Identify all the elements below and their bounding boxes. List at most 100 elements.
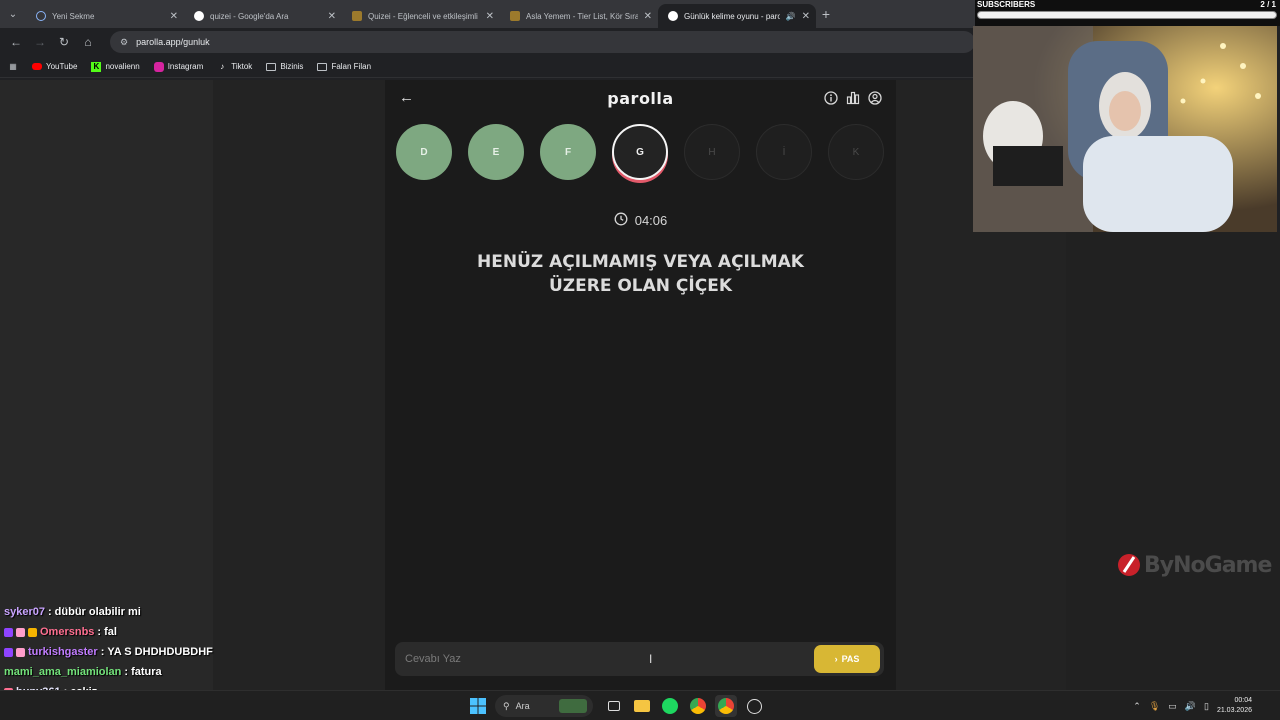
- back-arrow-icon[interactable]: ←: [399, 89, 414, 106]
- chevron-up-icon[interactable]: ⌃: [1133, 701, 1141, 712]
- pass-label: PAS: [841, 654, 860, 664]
- apps-icon[interactable]: ▦: [8, 62, 18, 72]
- chevron-right-icon: ›: [834, 654, 838, 664]
- globe-icon: [36, 11, 46, 21]
- new-tab-icon[interactable]: +: [816, 6, 836, 22]
- pass-button[interactable]: › PAS: [814, 645, 880, 673]
- letter-circle-current: G: [612, 124, 668, 180]
- subscriber-goal: SUBSCRIBERS 2 / 1: [975, 0, 1280, 26]
- forward-icon[interactable]: →: [30, 32, 50, 52]
- bookmark-instagram[interactable]: Instagram: [153, 61, 203, 72]
- task-view-icon[interactable]: [603, 695, 625, 717]
- quizei-icon: [352, 11, 362, 21]
- url-text: parolla.app/gunluk: [136, 37, 210, 47]
- folder-icon: [266, 62, 277, 71]
- chat-text: YA S DHDHDUBDHF: [107, 646, 213, 658]
- question-line-2: ÜZERE OLAN ÇİÇEK: [548, 276, 732, 296]
- tab-search-menu-icon[interactable]: ⌄: [0, 0, 26, 28]
- battery-icon[interactable]: ▯: [1204, 701, 1209, 712]
- chat-separator: :: [124, 666, 129, 678]
- close-tab-icon[interactable]: ✕: [328, 11, 336, 22]
- tab-parolla[interactable]: Günlük kelime oyunu - paro 🔊 ✕: [658, 4, 816, 28]
- close-tab-icon[interactable]: ✕: [644, 11, 652, 22]
- text-cursor-icon: I: [649, 652, 653, 666]
- toolbar: ← → ↻ ⌂ ⚙ parolla.app/gunluk: [0, 28, 975, 56]
- timer: 04:06: [385, 212, 896, 229]
- screen: { "browser": { "tabs": [ {"label": "Yeni…: [0, 0, 1280, 720]
- chat-separator: :: [48, 606, 52, 618]
- game-panel: ← parolla D E F G H İ K 04:06 HENÜZ AÇIL…: [385, 80, 896, 690]
- bynogame-logo-icon: [1118, 554, 1140, 576]
- bookmark-folder-bizinis[interactable]: Bizinis: [266, 62, 303, 71]
- subs-progress-bar: [977, 11, 1277, 19]
- chat-username[interactable]: turkishgaster: [28, 646, 98, 658]
- chat-badge-icon: [16, 647, 25, 657]
- brand-logo: ByNoGame: [1116, 552, 1272, 578]
- home-icon[interactable]: ⌂: [78, 32, 98, 52]
- file-explorer-icon[interactable]: [631, 695, 653, 717]
- google-icon: [194, 11, 204, 21]
- site-settings-icon[interactable]: ⚙: [120, 37, 128, 48]
- clock[interactable]: 00:04 21.03.2026: [1217, 696, 1252, 716]
- microphone-icon[interactable]: 🎙: [1149, 701, 1160, 712]
- letter-circle: F: [540, 124, 596, 180]
- tab-title: Asla Yemem - Tier List, Kör Sıral: [526, 11, 638, 21]
- close-tab-icon[interactable]: ✕: [802, 11, 810, 22]
- instagram-icon: [153, 61, 164, 72]
- letter-circle: İ: [756, 124, 812, 180]
- question-line-1: HENÜZ AÇILMAMIŞ VEYA AÇILMAK: [477, 252, 804, 272]
- quizei-icon: [510, 11, 520, 21]
- chat-username[interactable]: mami_ama_miamiolan: [4, 666, 121, 678]
- subs-label: SUBSCRIBERS: [977, 0, 1036, 9]
- stats-icon[interactable]: [845, 90, 860, 105]
- tab-title: Yeni Sekme: [52, 11, 95, 21]
- letter-circle: H: [684, 124, 740, 180]
- taskbar: ⚲ Ara ⌃ 🎙 ▭ 🔊 ▯ 00:04 21.03.2026: [0, 690, 1280, 720]
- tab-quizei[interactable]: Quizei - Eğlenceli ve etkileşimli ✕: [342, 4, 500, 28]
- profile-icon[interactable]: [867, 90, 882, 105]
- close-tab-icon[interactable]: ✕: [486, 11, 494, 22]
- bookmark-folder-falan-filan[interactable]: Falan Filan: [317, 62, 371, 71]
- tab-new-tab[interactable]: Yeni Sekme ✕: [26, 4, 184, 28]
- chat-separator: :: [100, 646, 105, 658]
- parolla-icon: [668, 11, 678, 21]
- reload-icon[interactable]: ↻: [54, 32, 74, 52]
- chat-text: dübür olabilir mi: [54, 606, 141, 618]
- chat-username[interactable]: Omersnbs: [40, 626, 94, 638]
- tab-google-search[interactable]: quizei - Google'da Ara ✕: [184, 4, 342, 28]
- chat-username[interactable]: syker07: [4, 606, 45, 618]
- bookmark-youtube[interactable]: YouTube: [32, 62, 77, 71]
- info-icon[interactable]: [823, 90, 838, 105]
- chat-message: syker07: dübür olabilir mi: [4, 602, 219, 622]
- network-icon[interactable]: ▭: [1168, 701, 1177, 712]
- header-icons: [823, 90, 882, 105]
- chrome-active-icon[interactable]: [715, 695, 737, 717]
- letter-circle: K: [828, 124, 884, 180]
- chat-separator: :: [97, 626, 102, 638]
- overlay-right-area: [1066, 232, 1280, 690]
- chat-message: Omersnbs: fal: [4, 622, 219, 642]
- chat-badge-icon: [4, 647, 13, 657]
- taskbar-search[interactable]: ⚲ Ara: [495, 695, 593, 717]
- game-header: ← parolla: [385, 80, 896, 116]
- taskbar-center: ⚲ Ara: [467, 691, 765, 720]
- answer-input[interactable]: [405, 653, 814, 665]
- clock-icon: [614, 212, 628, 229]
- close-tab-icon[interactable]: ✕: [170, 11, 178, 22]
- back-icon[interactable]: ←: [6, 32, 26, 52]
- youtube-icon: [32, 63, 42, 70]
- tab-title: Günlük kelime oyunu - paro: [684, 11, 780, 21]
- windows-start-icon[interactable]: [467, 695, 489, 717]
- system-tray: ⌃ 🎙 ▭ 🔊 ▯ 00:04 21.03.2026: [1133, 691, 1252, 720]
- webcam-feed: [973, 26, 1277, 232]
- volume-icon[interactable]: 🔊: [1185, 701, 1196, 712]
- speaker-icon[interactable]: 🔊: [786, 12, 796, 21]
- chrome-icon[interactable]: [687, 695, 709, 717]
- bookmark-tiktok[interactable]: ♪ Tiktok: [217, 62, 252, 72]
- obs-icon[interactable]: [743, 695, 765, 717]
- address-bar[interactable]: ⚙ parolla.app/gunluk: [110, 31, 975, 53]
- bookmark-novalienn[interactable]: K novalienn: [91, 61, 140, 72]
- tab-asla-yemem[interactable]: Asla Yemem - Tier List, Kör Sıral ✕: [500, 4, 658, 28]
- spotify-icon[interactable]: [659, 695, 681, 717]
- tiktok-icon: ♪: [220, 62, 225, 71]
